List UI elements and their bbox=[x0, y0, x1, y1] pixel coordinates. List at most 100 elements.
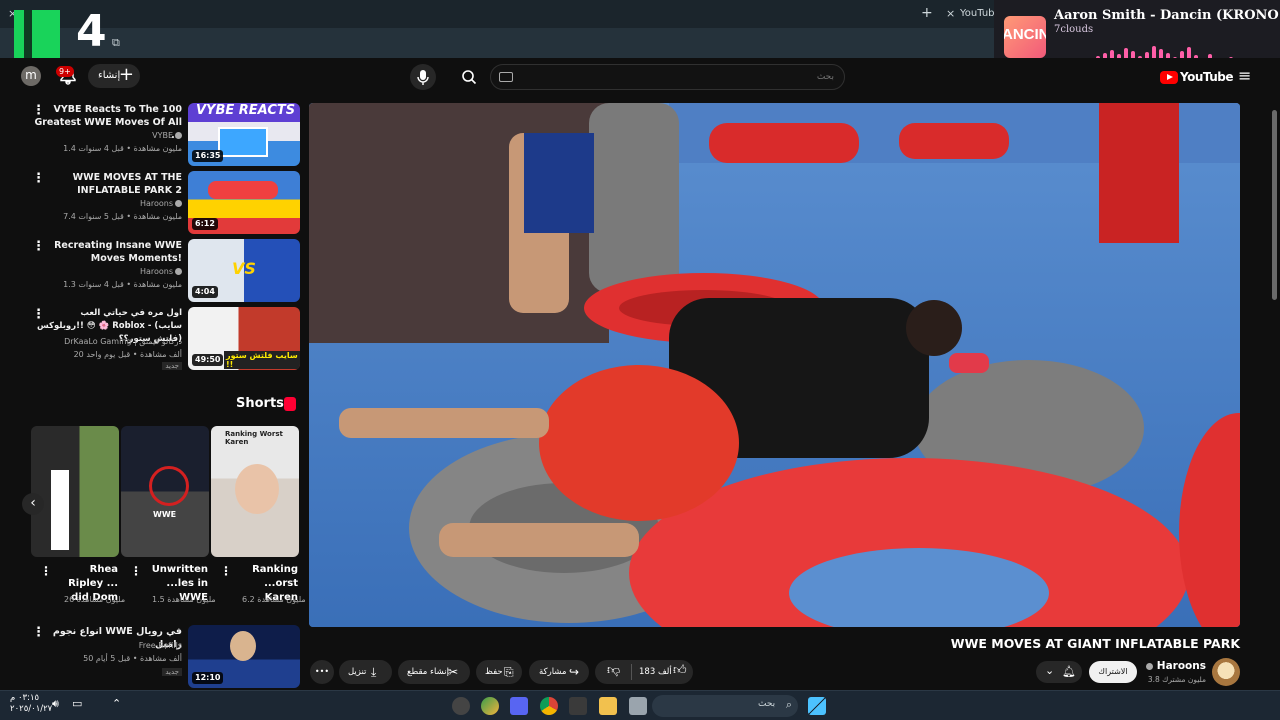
channel-name[interactable]: Free Refills bbox=[139, 641, 182, 650]
browser-icon[interactable] bbox=[481, 697, 499, 715]
create-label: إنشاء bbox=[98, 70, 121, 81]
more-actions-button[interactable]: ••• bbox=[310, 660, 334, 684]
more-options-icon[interactable]: ⋮ bbox=[32, 626, 45, 639]
verified-icon bbox=[175, 132, 182, 139]
save-button[interactable]: حفظ ⎘ bbox=[476, 660, 522, 684]
task-view-icon[interactable] bbox=[629, 697, 647, 715]
like-icon[interactable]: 👍︎ bbox=[673, 659, 687, 683]
chrome-icon[interactable] bbox=[540, 697, 558, 715]
clip-button[interactable]: إنشاء مقطع ✂ bbox=[398, 660, 470, 684]
more-options-icon[interactable]: ⋮ bbox=[32, 172, 45, 185]
video-thumbnail[interactable]: 6:12 bbox=[188, 171, 300, 234]
channel-name[interactable]: VYBE bbox=[152, 131, 182, 140]
download-icon: ⤓ bbox=[371, 665, 377, 679]
search-icon bbox=[462, 70, 477, 85]
new-badge: جديد bbox=[162, 362, 182, 370]
discord-icon[interactable] bbox=[510, 697, 528, 715]
bell-icon: 🔔︎ bbox=[1062, 665, 1076, 678]
k4-number: 4 bbox=[76, 6, 107, 57]
verified-icon bbox=[175, 268, 182, 275]
track-title: Aaron Smith - Dancin (KRONO Re... bbox=[1054, 8, 1280, 23]
download-button[interactable]: تنزيل ⤓ bbox=[339, 660, 392, 684]
youtube-header: m إنشاء + YouTube ≡ bbox=[0, 58, 1280, 96]
kick-logo-icon bbox=[14, 10, 60, 58]
bookmark-icon: ⎘ bbox=[504, 665, 514, 679]
channel-name[interactable]: Haroons bbox=[140, 267, 182, 276]
create-button[interactable]: إنشاء + bbox=[88, 64, 140, 88]
share-button[interactable]: مشاركة ↪ bbox=[529, 660, 589, 684]
short-views: 1.5 مليون مشاهدة bbox=[152, 595, 216, 604]
notification-settings-button[interactable]: ⌄ 🔔︎ bbox=[1036, 661, 1082, 683]
chevron-up-icon[interactable]: ⌃ bbox=[112, 697, 121, 710]
search-icon: ⌕ bbox=[785, 698, 792, 711]
system-clock[interactable]: ٠٣:١٥ م ٢٠٢٥/٠١/٢٧ bbox=[10, 693, 52, 715]
taskbar: ⌕ بحث ⌃ 🔊︎ ▭ bbox=[0, 690, 1280, 720]
youtube-logo[interactable]: YouTube bbox=[1160, 70, 1234, 86]
windows-start-icon[interactable] bbox=[808, 697, 826, 715]
channel-name[interactable]: Haroons bbox=[140, 199, 182, 208]
more-options-icon[interactable]: ⋮ bbox=[130, 565, 142, 577]
shorts-icon bbox=[284, 397, 296, 411]
track-artist: 7clouds bbox=[1054, 24, 1094, 35]
search-button[interactable] bbox=[452, 64, 486, 90]
list-item[interactable]: سايب فلتش ستور !! 49:50 اول مره في حياتي… bbox=[24, 307, 300, 371]
chevron-down-icon: ⌄ bbox=[1045, 664, 1055, 677]
store-icon[interactable] bbox=[569, 697, 587, 715]
short-thumbnail[interactable]: Ranking Worst Karen bbox=[211, 426, 299, 557]
video-title[interactable]: WWE MOVES AT THE INFLATABLE PARK 2 bbox=[32, 171, 182, 197]
video-thumbnail[interactable]: سايب فلتش ستور !! 49:50 bbox=[188, 307, 300, 370]
microphone-icon bbox=[417, 70, 429, 85]
app-icon[interactable] bbox=[452, 697, 470, 715]
video-thumbnail[interactable]: VYBE REACTS 16:35 bbox=[188, 103, 300, 166]
file-explorer-icon[interactable] bbox=[599, 697, 617, 715]
duration-badge: 16:35 bbox=[192, 150, 224, 162]
share-icon: ↪ bbox=[569, 665, 580, 679]
list-item[interactable]: VYBE REACTS 16:35 VYBE Reacts To The 100… bbox=[24, 103, 300, 167]
list-item[interactable]: 12:10 انواع نجوم WWE في رويال رامبل Free… bbox=[24, 625, 300, 688]
taskbar-search[interactable]: ⌕ bbox=[652, 695, 798, 717]
notification-count-badge: 9+ bbox=[56, 66, 74, 77]
channel-name[interactable]: DrKaaLo Gaming | دركالو قيمنق bbox=[64, 337, 182, 346]
tab-close-icon[interactable]: × bbox=[946, 7, 955, 21]
duration-badge: 12:10 bbox=[192, 672, 224, 684]
voice-search-button[interactable] bbox=[410, 64, 436, 90]
subscribe-button[interactable]: الاشتراك bbox=[1089, 661, 1137, 683]
video-thumbnail[interactable]: VS 4:04 bbox=[188, 239, 300, 302]
video-thumbnail[interactable]: 12:10 bbox=[188, 625, 300, 688]
more-options-icon[interactable]: ⋮ bbox=[32, 104, 45, 117]
album-art: ANCIN bbox=[1004, 16, 1046, 58]
scissors-icon: ✂ bbox=[448, 665, 459, 679]
more-options-icon[interactable]: ⋮ bbox=[32, 308, 45, 321]
search-box[interactable] bbox=[490, 64, 845, 90]
keyboard-icon[interactable] bbox=[499, 72, 513, 82]
taskbar-search-label: بحث bbox=[758, 699, 776, 709]
channel-avatar[interactable] bbox=[1212, 658, 1240, 686]
video-meta: 20 ألف مشاهدة • قبل يوم واحد bbox=[73, 350, 182, 359]
new-badge: جديد bbox=[162, 668, 182, 676]
shorts-header: Shorts bbox=[236, 396, 284, 411]
more-options-icon[interactable]: ⋮ bbox=[40, 565, 52, 577]
scrollbar-thumb[interactable] bbox=[1272, 110, 1277, 300]
chevron-left-icon[interactable]: ‹ bbox=[22, 493, 44, 515]
volume-icon[interactable]: 🔊︎ bbox=[52, 697, 59, 711]
video-meta: 1.3 مليون مشاهدة • قبل 4 سنوات bbox=[63, 280, 182, 289]
like-dislike-group: 👎︎ 183 ألف 👍︎ bbox=[595, 660, 693, 684]
like-count[interactable]: 183 ألف bbox=[639, 660, 672, 684]
short-thumbnail[interactable]: WWE bbox=[121, 426, 209, 557]
short-thumbnail[interactable] bbox=[31, 426, 119, 557]
list-item[interactable]: 6:12 WWE MOVES AT THE INFLATABLE PARK 2 … bbox=[24, 171, 300, 235]
video-player[interactable] bbox=[309, 103, 1240, 627]
dislike-icon[interactable]: 👎︎ bbox=[607, 659, 620, 683]
new-tab-button[interactable]: + bbox=[921, 6, 933, 20]
more-options-icon[interactable]: ⋮ bbox=[32, 240, 45, 253]
hamburger-menu-icon[interactable]: ≡ bbox=[1238, 66, 1251, 85]
video-title[interactable]: Recreating Insane WWE Moves Moments! bbox=[32, 239, 182, 265]
network-icon[interactable]: ▭ bbox=[72, 697, 82, 710]
list-item[interactable]: VS 4:04 Recreating Insane WWE Moves Mome… bbox=[24, 239, 300, 303]
k4-overlay-logo: 4 bbox=[14, 6, 114, 58]
more-options-icon[interactable]: ⋮ bbox=[220, 565, 232, 577]
search-input[interactable] bbox=[534, 65, 834, 89]
verified-icon bbox=[175, 200, 182, 207]
duration-badge: 4:04 bbox=[192, 286, 218, 298]
avatar[interactable]: m bbox=[21, 66, 41, 86]
